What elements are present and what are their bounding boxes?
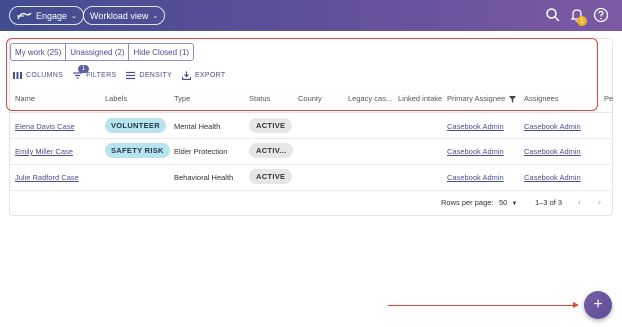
pagination-range: 1–3 of 3 [535, 198, 563, 207]
table-row[interactable]: Emily Miller Case SAFETY RISK Elder Prot… [9, 139, 613, 165]
label-chip: VOLUNTEER [105, 118, 166, 133]
chevron-down-icon: ⌄ [71, 12, 77, 20]
table-row[interactable]: Elena Davis Case VOLUNTEER Mental Health… [9, 113, 613, 139]
view-switcher[interactable]: Workload view ⌄ [83, 6, 166, 25]
label-chip: SAFETY RISK [105, 143, 170, 158]
primary-assignee-link[interactable]: Casebook Admin [447, 147, 504, 156]
previous-page-icon[interactable]: ‹ [578, 197, 581, 207]
plus-icon: + [593, 296, 603, 313]
case-name-link[interactable]: Elena Davis Case [15, 122, 75, 131]
case-type: Behavioral Health [174, 173, 234, 182]
engage-logo-icon [17, 12, 32, 19]
column-header-name[interactable]: Name [15, 94, 35, 103]
status-chip: ACTIV... [249, 143, 294, 158]
rows-per-page-select[interactable]: 50 ▼ [499, 198, 517, 207]
assignees-link[interactable]: Casebook Admin [524, 173, 581, 182]
assignees-link[interactable]: Casebook Admin [524, 122, 581, 131]
annotation-arrow-head [573, 302, 579, 308]
column-header-legacy-case[interactable]: Legacy cas... [348, 94, 392, 103]
case-type: Mental Health [174, 122, 221, 131]
rows-per-page-label: Rows per page: [441, 198, 494, 207]
table-row[interactable]: Julie Radford Case Behavioral Health ACT… [9, 165, 613, 191]
column-header-assignees[interactable]: Assignees [524, 94, 559, 103]
column-header-county[interactable]: County [298, 94, 322, 103]
top-bar: Engage ⌄ Workload view ⌄ 1 [0, 0, 622, 31]
annotation-arrow-line [388, 305, 576, 306]
column-header-type[interactable]: Type [174, 94, 190, 103]
column-header-primary-assignee-label: Primary Assignee [447, 94, 506, 103]
search-icon[interactable] [545, 7, 561, 23]
caret-down-icon: ▼ [511, 201, 518, 207]
app-switcher-label: Engage [36, 10, 68, 21]
column-header-labels[interactable]: Labels [105, 94, 127, 103]
app-switcher[interactable]: Engage ⌄ [9, 6, 84, 25]
next-page-icon[interactable]: › [598, 197, 601, 207]
primary-assignee-link[interactable]: Casebook Admin [447, 122, 504, 131]
filter-funnel-icon[interactable] [509, 95, 517, 103]
notification-badge: 1 [577, 16, 587, 26]
status-chip: ACTIVE [249, 118, 293, 133]
rows-per-page-value: 50 [499, 198, 508, 207]
case-type: Elder Protection [174, 147, 228, 156]
column-header-primary-assignee[interactable]: Primary Assignee [447, 94, 517, 103]
primary-assignee-link[interactable]: Casebook Admin [447, 173, 504, 182]
status-chip: ACTIVE [249, 169, 293, 184]
help-icon[interactable] [593, 7, 609, 23]
table-header: Name Labels Type Status County Legacy ca… [0, 94, 622, 106]
chevron-down-icon: ⌄ [152, 12, 159, 20]
add-fab-button[interactable]: + [584, 291, 612, 319]
view-switcher-label: Workload view [90, 10, 149, 21]
column-header-linked-intake[interactable]: Linked intake [398, 94, 442, 103]
column-header-truncated[interactable]: Pe [604, 94, 613, 103]
assignees-link[interactable]: Casebook Admin [524, 147, 581, 156]
case-name-link[interactable]: Julie Radford Case [15, 173, 79, 182]
case-name-link[interactable]: Emily Miller Case [15, 147, 73, 156]
column-header-status[interactable]: Status [249, 94, 270, 103]
